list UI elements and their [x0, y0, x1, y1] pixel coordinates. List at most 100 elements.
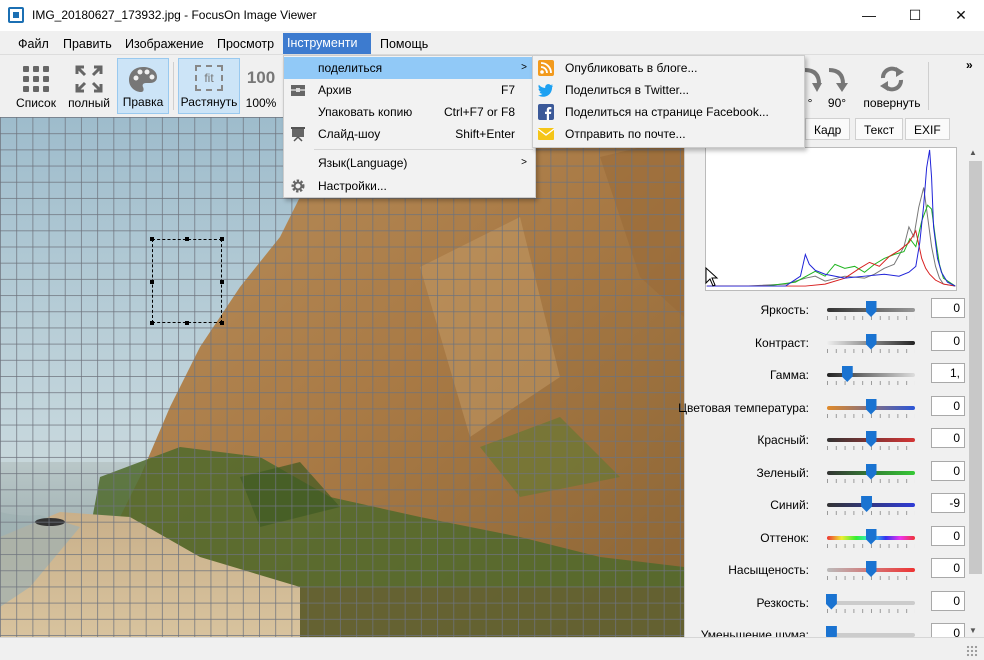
selection-rectangle[interactable]	[150, 237, 224, 325]
fit-button[interactable]: fit Растянуть	[178, 58, 240, 114]
slider-thumb[interactable]	[865, 333, 877, 350]
close-button[interactable]: ✕	[938, 0, 984, 31]
tools-dropdown-menu: поделиться > Архив F7 Упаковать копию Ct…	[283, 55, 536, 198]
title-bar: IMG_20180627_173932.jpg - FocusOn Image …	[0, 0, 984, 31]
toolbar-separator	[928, 62, 929, 110]
slider-thumb[interactable]	[865, 398, 877, 415]
menu-image[interactable]: Изображение	[121, 35, 208, 53]
slider-value-input[interactable]: 0	[931, 428, 965, 448]
selection-handle[interactable]	[150, 280, 154, 284]
app-icon	[8, 7, 24, 23]
menu-slideshow[interactable]: Слайд-шоу Shift+Enter	[284, 123, 535, 145]
menu-help[interactable]: Помощь	[376, 35, 432, 53]
slider-value-input[interactable]: 0	[931, 525, 965, 546]
palette-icon	[129, 67, 157, 92]
refresh-icon	[880, 66, 904, 92]
toolbar-overflow-button[interactable]: »	[966, 58, 973, 72]
slider-label: Синий:	[770, 498, 809, 512]
status-bar	[0, 637, 984, 660]
fullscreen-button-label: полный	[68, 96, 110, 110]
slider-row: Контраст: 0	[685, 330, 965, 357]
list-button[interactable]: Список	[10, 58, 62, 114]
share-facebook[interactable]: Поделиться на странице Facebook...	[533, 101, 804, 123]
slider-thumb[interactable]	[825, 593, 837, 610]
rotate-ccw-label: °	[807, 96, 813, 110]
panel-scrollbar-thumb[interactable]	[969, 161, 982, 574]
selection-handle[interactable]	[185, 321, 189, 325]
rotate-button[interactable]: повернуть	[860, 58, 924, 114]
scroll-down-icon[interactable]: ▼	[969, 626, 977, 635]
slider-ticks	[827, 511, 915, 515]
selection-handle[interactable]	[150, 237, 154, 241]
menu-pack-label: Упаковать копию	[318, 105, 413, 119]
slider-label: Зеленый:	[756, 465, 810, 480]
rotate-90-button[interactable]: 90°	[822, 58, 852, 114]
adjustments-panel: Кадр Текст EXIF ▲ ▼ Яркость: 0 Контраст: 0 Г…	[678, 117, 984, 645]
slider-label: Красный:	[757, 433, 809, 447]
zoom-100-icon: 100	[246, 68, 276, 87]
selection-handle[interactable]	[220, 321, 224, 325]
slider-value-input[interactable]: 1,	[931, 363, 965, 383]
menu-view[interactable]: Просмотр	[213, 35, 278, 53]
tab-text[interactable]: Текст	[855, 118, 904, 140]
minimize-button[interactable]: —	[846, 0, 892, 31]
expand-icon	[75, 65, 103, 93]
share-twitter-label: Поделиться в Twitter...	[565, 83, 689, 97]
scroll-up-icon[interactable]: ▲	[969, 148, 977, 157]
slider-value-input[interactable]: -9	[931, 493, 965, 513]
slider-row: Красный: 0	[685, 428, 965, 454]
slider-track[interactable]	[827, 373, 915, 377]
slider-track[interactable]	[827, 600, 915, 605]
maximize-button[interactable]: ☐	[892, 0, 938, 31]
slider-thumb[interactable]	[865, 528, 877, 545]
menu-file[interactable]: Файл	[14, 35, 53, 53]
slider-row: Резкость: 0	[685, 590, 965, 617]
slider-thumb[interactable]	[865, 301, 877, 317]
menu-settings[interactable]: Настройки...	[284, 175, 535, 197]
slider-label: Гамма:	[769, 368, 809, 382]
slider-row: Оттенок: 0	[685, 525, 965, 552]
slider-value-input[interactable]: 0	[931, 395, 965, 416]
menu-archive[interactable]: Архив F7	[284, 79, 535, 101]
share-mail[interactable]: Отправить по почте...	[533, 123, 804, 145]
tab-frame[interactable]: Кадр	[805, 118, 851, 140]
fit-icon: fit	[195, 65, 223, 91]
share-twitter[interactable]: Поделиться в Twitter...	[533, 79, 804, 101]
menu-pack-copy[interactable]: Упаковать копию Ctrl+F7 or F8	[284, 101, 535, 123]
share-blog[interactable]: Опубликовать в блоге...	[533, 57, 804, 79]
selection-handle[interactable]	[220, 280, 224, 284]
slider-thumb[interactable]	[865, 463, 877, 480]
slider-thumb[interactable]	[865, 561, 877, 577]
edit-button-label: Правка	[122, 95, 164, 109]
menu-language[interactable]: Язык(Language) >	[284, 152, 535, 174]
resize-grip-icon[interactable]	[966, 645, 978, 657]
edit-button[interactable]: Правка	[117, 58, 169, 114]
slider-label: Контраст:	[755, 335, 809, 350]
tab-exif[interactable]: EXIF	[905, 118, 950, 140]
rotate-right-icon	[828, 68, 848, 92]
menu-tools[interactable]: Інструменти	[283, 33, 371, 54]
slider-value-input[interactable]: 0	[931, 298, 965, 318]
slider-value-input[interactable]: 0	[931, 330, 965, 351]
slider-thumb[interactable]	[841, 366, 853, 382]
fullscreen-button[interactable]: полный	[64, 58, 114, 114]
zoom-100-label: 100%	[245, 96, 277, 110]
menu-edit[interactable]: Править	[59, 35, 116, 53]
slider-value-input[interactable]: 0	[931, 558, 965, 578]
menu-share[interactable]: поделиться >	[284, 57, 535, 79]
menu-slideshow-shortcut: Shift+Enter	[455, 127, 515, 141]
slider-value-input[interactable]: 0	[931, 460, 965, 481]
twitter-icon	[538, 84, 553, 97]
grid-icon	[23, 66, 49, 92]
menu-share-label: поделиться	[318, 61, 383, 75]
selection-handle[interactable]	[150, 321, 154, 325]
slider-ticks	[827, 381, 915, 385]
archive-icon	[291, 85, 305, 96]
selection-handle[interactable]	[220, 237, 224, 241]
zoom-100-button[interactable]: 100 100%	[242, 58, 280, 114]
slider-thumb[interactable]	[865, 431, 877, 447]
share-mail-label: Отправить по почте...	[565, 127, 686, 141]
slider-thumb[interactable]	[861, 496, 873, 512]
selection-handle[interactable]	[185, 237, 189, 241]
slider-value-input[interactable]: 0	[931, 590, 965, 611]
